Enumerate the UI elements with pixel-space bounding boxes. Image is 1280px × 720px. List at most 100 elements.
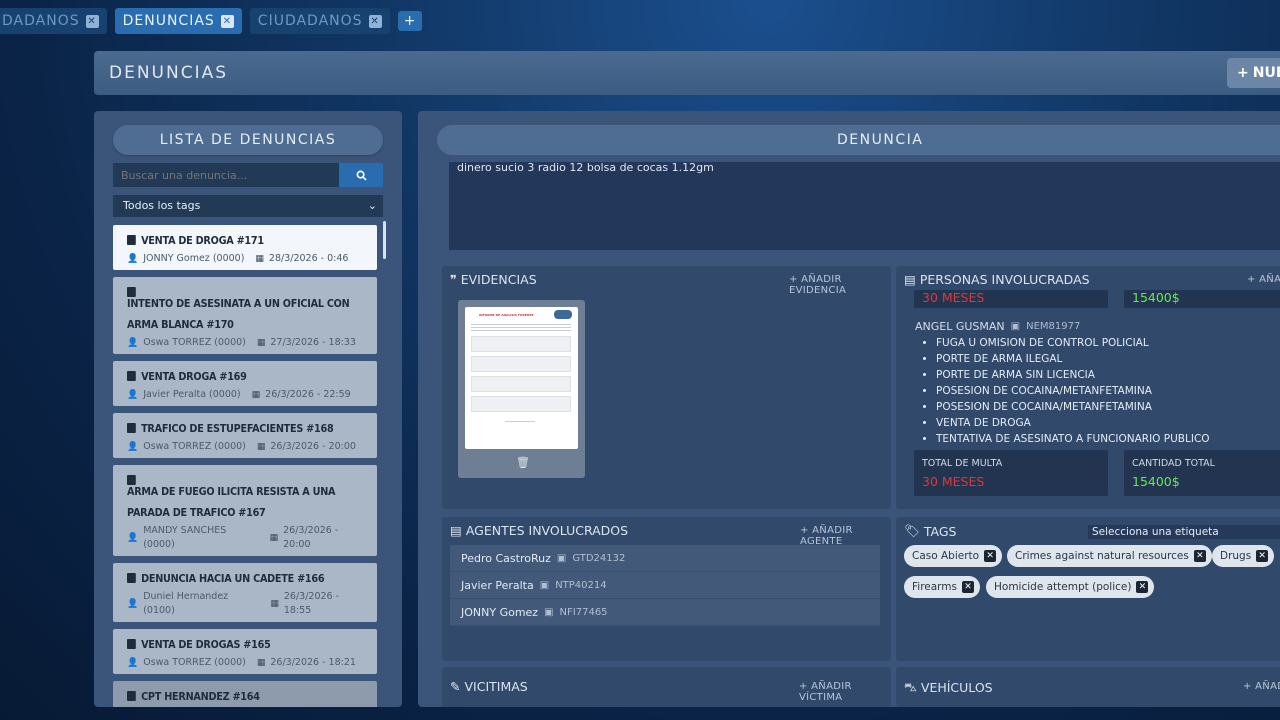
fine-value: 30 MESES	[922, 474, 985, 489]
search-button[interactable]	[339, 163, 383, 187]
seal-icon	[554, 310, 572, 319]
search-input[interactable]	[113, 163, 339, 187]
close-icon[interactable]: ✕	[1193, 550, 1206, 562]
calendar-icon: ▦	[270, 599, 279, 609]
list-item[interactable]: VENTA DE DROGAS #165 👤 Oswa TORREZ (0000)…	[113, 629, 377, 674]
tag-icon: 🏷	[904, 523, 920, 538]
doc-block	[471, 376, 571, 392]
tag-label: Drugs	[1220, 550, 1252, 562]
charge-item: PORTE DE ARMA ILEGAL	[936, 351, 1210, 367]
tag-chip: Drugs ✕	[1212, 545, 1275, 567]
tab-denuncias[interactable]: DENUNCIAS ✕	[114, 8, 242, 34]
agent-row[interactable]: JONNY Gomez ▣ NFI77465	[450, 599, 880, 626]
total-value: 15400$	[1132, 474, 1180, 489]
prev-fine-value: 30 MESES	[922, 290, 985, 305]
document-icon	[127, 235, 136, 245]
add-agent-button[interactable]: + AÑADIR AGENTE	[800, 525, 891, 547]
add-victim-button[interactable]: + AÑADIR VÍCTIMA	[799, 681, 891, 703]
calendar-icon: ▦	[256, 442, 266, 452]
agent-id: GTD24132	[572, 552, 626, 564]
calendar-icon: ▦	[256, 338, 266, 348]
close-icon[interactable]: ✕	[220, 14, 234, 28]
injury-icon: ✎	[450, 679, 461, 694]
trash-icon[interactable]: 🗑	[516, 456, 530, 469]
tag-label: Homicide attempt (police)	[994, 581, 1132, 593]
tab-label: DADANOS	[2, 13, 80, 29]
persons-section: ▤PERSONAS INVOLUCRADAS + AÑAD 30 MESES 1…	[896, 266, 1280, 509]
doc-block	[471, 336, 571, 352]
close-icon[interactable]: ✕	[1136, 581, 1149, 593]
tag-select[interactable]: Selecciona una etiqueta	[1088, 525, 1280, 539]
page-title: DENUNCIAS	[109, 63, 229, 83]
close-icon[interactable]: ✕	[984, 550, 997, 562]
document-icon	[127, 371, 136, 381]
evidence-title: EVIDENCIAS	[460, 272, 537, 287]
user-icon: 👤	[127, 533, 139, 543]
close-icon[interactable]: ✕	[85, 14, 99, 28]
id-card-icon: ▣	[556, 552, 567, 564]
vehicles-section: ⛍VEHÍCULOS + AÑAD	[896, 667, 1280, 707]
report-title: INTENTO DE ASESINATA A UN OFICIAL CON AR…	[127, 297, 350, 331]
report-title: DENUNCIA HACIA UN CADETE #166	[141, 572, 325, 585]
prev-fine-box: 30 MESES	[914, 290, 1108, 308]
user-icon: 👤	[127, 390, 139, 400]
list-item[interactable]: DENUNCIA HACIA UN CADETE #166 👤 Duniel He…	[113, 563, 377, 622]
search-icon	[356, 170, 367, 181]
add-vehicle-button[interactable]: + AÑAD	[1243, 681, 1280, 692]
report-list-panel: LISTA DE DENUNCIAS Todos los tags ⌄ VENT…	[94, 111, 402, 707]
fine-label: TOTAL DE MULTA	[922, 458, 1003, 469]
document-icon	[127, 691, 136, 701]
doc-line	[471, 324, 571, 325]
add-tab-button[interactable]: +	[397, 11, 422, 31]
calendar-icon: ▦	[269, 533, 279, 543]
agents-title: AGENTES INVOLUCRADOS	[465, 523, 629, 538]
evidence-thumbnail[interactable]: INFORME DE ANÁLISIS FORENSE	[465, 307, 578, 449]
list-item[interactable]: CPT HERNANDEZ #164	[113, 681, 377, 707]
agent-row[interactable]: Pedro CastroRuz ▣ GTD24132	[450, 545, 880, 572]
report-date: 27/3/2026 - 18:33	[270, 337, 356, 348]
person-id: NEM81977	[1026, 321, 1081, 332]
new-report-button[interactable]: + NUEV	[1227, 58, 1280, 88]
report-person: Oswa TORREZ (0000)	[143, 441, 246, 452]
persons-title: PERSONAS INVOLUCRADAS	[919, 272, 1090, 287]
tag-filter-select[interactable]: Todos los tags ⌄	[113, 195, 383, 217]
id-card-icon: ▤	[904, 272, 916, 287]
list-item[interactable]: TRAFICO DE ESTUPEFACIENTES #168 👤 Oswa TO…	[113, 413, 377, 458]
close-icon[interactable]: ✕	[962, 581, 975, 593]
tags-section: 🏷 TAGS Selecciona una etiqueta Caso Abier…	[896, 517, 1280, 661]
user-icon: 👤	[127, 442, 139, 452]
evidence-item[interactable]: INFORME DE ANÁLISIS FORENSE 🗑	[458, 300, 585, 478]
add-person-button[interactable]: + AÑAD	[1247, 274, 1280, 285]
evidence-section: ❞ EVIDENCIAS + AÑADIR EVIDENCIA INFORME D…	[442, 266, 891, 509]
victims-section: ✎ VICITIMAS + AÑADIR VÍCTIMA	[442, 667, 891, 707]
tag-label: Crimes against natural resources	[1015, 550, 1189, 562]
list-item[interactable]: ARMA DE FUEGO ILICITA RESISTA A UNA PARA…	[113, 465, 377, 556]
agent-id: NFI77465	[559, 606, 608, 618]
report-person: Oswa TORREZ (0000)	[143, 657, 246, 668]
description-textarea[interactable]: dinero sucio 3 radio 12 bolsa de cocas 1…	[449, 162, 1280, 250]
add-evidence-button[interactable]: + AÑADIR EVIDENCIA	[789, 274, 891, 296]
list-item[interactable]: VENTA DE DROGA #171 👤 JONNY Gomez (0000) ▦…	[113, 225, 377, 270]
doc-line	[505, 421, 535, 422]
agent-name: Javier Peralta	[461, 578, 534, 592]
doc-line	[471, 330, 571, 331]
tab-ciudadanos[interactable]: CIUDADANOS ✕	[249, 8, 390, 34]
tag-chip: Homicide attempt (police) ✕	[986, 576, 1155, 598]
page-header: DENUNCIAS + NUEV	[94, 51, 1280, 95]
plus-icon: +	[1237, 65, 1249, 81]
id-card-icon: ▣	[544, 606, 554, 618]
tab-ciudadanos-left[interactable]: DADANOS ✕	[0, 8, 107, 34]
close-icon[interactable]: ✕	[1256, 550, 1269, 562]
user-icon: 👤	[127, 338, 139, 348]
list-item[interactable]: VENTA DROGA #169 👤 Javier Peralta (0000) ▦…	[113, 361, 377, 406]
tab-bar: DADANOS ✕ DENUNCIAS ✕ CIUDADANOS ✕ +	[0, 8, 422, 34]
tags-title: TAGS	[923, 523, 957, 539]
report-person: MANDY SANCHES (0000)	[143, 525, 227, 550]
close-icon[interactable]: ✕	[368, 14, 382, 28]
calendar-icon: ▦	[251, 390, 261, 400]
list-item[interactable]: INTENTO DE ASESINATA A UN OFICIAL CON AR…	[113, 277, 377, 354]
agent-row[interactable]: Javier Peralta ▣ NTP40214	[450, 572, 880, 599]
report-date: 26/3/2026 - 18:21	[270, 657, 356, 668]
list-scrollbar[interactable]	[383, 221, 386, 259]
chevron-down-icon: ⌄	[367, 199, 377, 212]
